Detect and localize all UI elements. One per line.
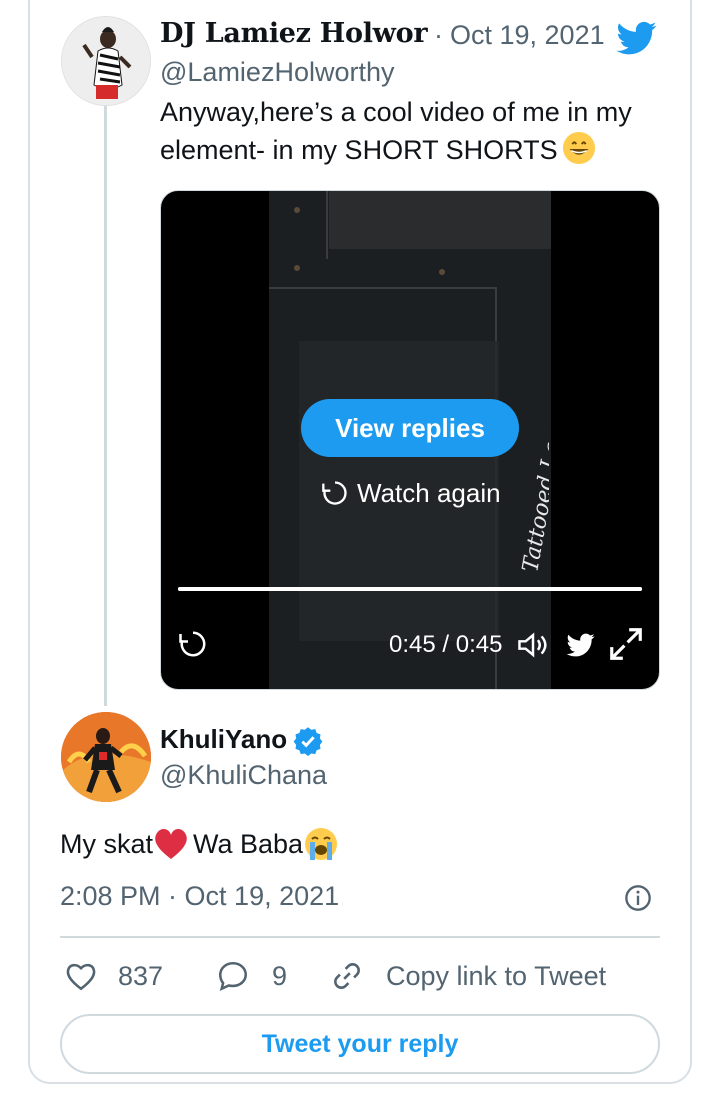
volume-icon[interactable] <box>517 630 549 660</box>
copy-link-button[interactable]: Copy link to Tweet <box>330 956 606 996</box>
link-icon <box>334 963 360 989</box>
quoted-author-name[interactable]: DJ Lamiez Holworth <box>160 18 428 49</box>
video-progress-bar[interactable] <box>178 587 642 591</box>
dj-lamiez-avatar[interactable] <box>61 16 151 106</box>
main-tweet-text-part1: My skat <box>60 828 154 859</box>
video-player[interactable]: Tattooed Lady View replies Watch again 0… <box>160 190 660 690</box>
reply-button[interactable]: 9 <box>216 956 287 996</box>
main-tweet-text: My skat Wa Baba <box>60 826 339 862</box>
video-scene-dot <box>294 265 300 271</box>
thread-connector-line <box>104 106 107 706</box>
separator-dot: · <box>434 20 443 50</box>
tweet-timestamp[interactable]: 2:08 PM · Oct 19, 2021 <box>60 881 339 912</box>
copy-link-label: Copy link to Tweet <box>386 960 607 991</box>
info-icon[interactable] <box>624 884 652 912</box>
grinning-face-emoji-icon <box>562 131 595 165</box>
verified-badge-icon <box>293 727 323 756</box>
video-scene-panel <box>329 191 551 249</box>
watch-again-label: Watch again <box>357 477 501 508</box>
like-count: 837 <box>118 960 164 991</box>
video-progress-fill <box>178 587 642 591</box>
watermark-text: Tattooed Lady <box>518 431 549 574</box>
tweet-your-reply-button[interactable]: Tweet your reply <box>60 1014 660 1074</box>
khuliyano-avatar[interactable] <box>61 712 151 802</box>
view-replies-button[interactable]: View replies <box>301 399 519 457</box>
quoted-author-handle[interactable]: @LamiezHolworthy <box>160 57 394 88</box>
heart-icon <box>66 963 96 991</box>
video-watermark: Tattooed Lady <box>518 431 549 574</box>
main-author-handle[interactable]: @KhuliChana <box>160 760 327 791</box>
replay-control-icon[interactable] <box>178 629 208 659</box>
quoted-tweet-date[interactable]: Oct 19, 2021 <box>450 20 605 51</box>
video-scene-dot <box>294 207 300 213</box>
watch-again-button[interactable]: Watch again <box>321 475 501 511</box>
reply-count: 9 <box>272 960 288 991</box>
video-scene-line <box>326 191 328 259</box>
twitter-bird-icon[interactable] <box>614 18 660 58</box>
loudly-crying-face-emoji-icon <box>305 828 338 860</box>
divider <box>60 936 660 938</box>
twitter-bird-control-icon[interactable] <box>565 631 597 659</box>
main-author-name[interactable]: KhuliYano <box>160 724 287 755</box>
replay-icon <box>322 481 347 505</box>
video-scene-dot <box>439 269 445 275</box>
reply-icon <box>218 961 248 992</box>
fullscreen-expand-icon[interactable] <box>607 625 645 663</box>
quoted-tweet-text: Anyway,here’s a cool video of me in my e… <box>160 94 660 169</box>
like-button[interactable]: 837 <box>64 956 163 996</box>
red-heart-emoji-icon <box>155 829 187 859</box>
video-time-display: 0:45 / 0:45 <box>389 631 503 658</box>
main-tweet-text-part2: Wa Baba <box>193 828 304 859</box>
